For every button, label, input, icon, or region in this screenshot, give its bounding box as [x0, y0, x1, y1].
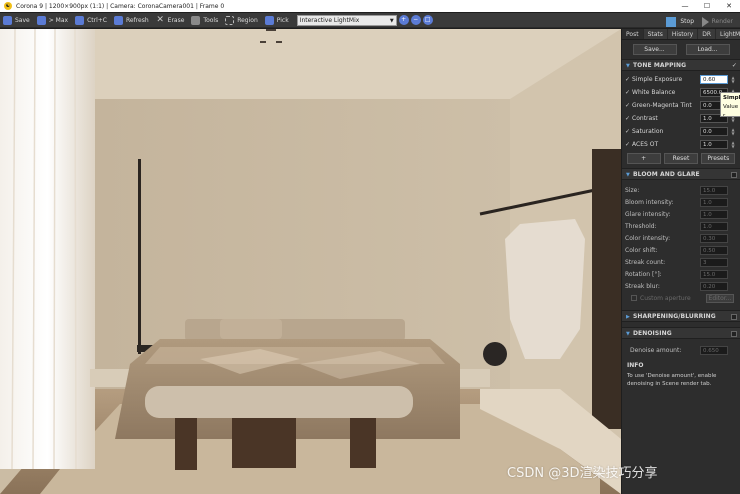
- pick-icon: [264, 15, 274, 25]
- bloom-row: Size: 15.0: [622, 184, 740, 196]
- tab-post[interactable]: Post: [622, 29, 644, 39]
- save-button[interactable]: Save: [0, 14, 33, 27]
- info-header: INFO: [627, 362, 644, 369]
- corona-logo-icon: ☯: [4, 2, 12, 10]
- tone-row-exposure: ✓ Simple Exposure 0.60 ▲ ▼: [625, 74, 736, 84]
- checkbox-checked[interactable]: ✓: [625, 89, 630, 96]
- custom-aperture-row: Custom aperture Editor...: [622, 292, 740, 304]
- checkbox-unchecked[interactable]: [731, 331, 737, 337]
- close-icon[interactable]: ✕: [718, 0, 740, 12]
- region-button[interactable]: Region: [222, 14, 261, 27]
- tools-button[interactable]: Tools: [188, 14, 221, 27]
- tone-mapping-header[interactable]: ▼ TONE MAPPING ✓: [622, 59, 740, 71]
- render-viewport[interactable]: [0, 29, 621, 494]
- checkbox-unchecked[interactable]: [731, 314, 737, 320]
- checkbox-unchecked[interactable]: [731, 172, 737, 178]
- lightmix-select[interactable]: Interactive LightMix ▼: [296, 14, 397, 26]
- triangle-down-icon: ▼: [626, 172, 630, 178]
- stop-button[interactable]: Stop: [663, 15, 697, 28]
- minimize-icon[interactable]: —: [674, 0, 696, 12]
- tooltip: Simple Value r: [720, 92, 740, 117]
- denoise-amount-row: Denoise amount: 0.650: [622, 344, 740, 357]
- zoom-in-icon[interactable]: +: [398, 15, 409, 25]
- checkbox-checked[interactable]: ✓: [625, 141, 630, 148]
- tone-row-saturation: ✓ Saturation 0.0 ▲ ▼: [625, 126, 736, 136]
- add-operator-button[interactable]: +: [626, 153, 661, 164]
- save-icon: [3, 15, 12, 25]
- checkmark-icon[interactable]: ✓: [732, 60, 737, 72]
- denoise-amount-input[interactable]: 0.650: [700, 346, 728, 355]
- editor-button[interactable]: Editor...: [706, 293, 734, 303]
- exposure-input[interactable]: 0.60: [700, 75, 728, 84]
- vfb-toolbar: Save > Max Ctrl+C Refresh ✕ Erase Tools R…: [0, 13, 740, 28]
- zoom-fit-icon[interactable]: □: [422, 15, 433, 25]
- checkbox-checked[interactable]: ✓: [625, 115, 630, 122]
- bloom-row: Rotation [°]: 15.0: [622, 268, 740, 280]
- save-settings-button[interactable]: Save...: [632, 44, 677, 55]
- bloom-row: Streak count: 3: [622, 256, 740, 268]
- checkbox-checked[interactable]: ✓: [625, 76, 630, 83]
- region-icon: [225, 15, 235, 25]
- window-title: Corona 9 | 1200×900px (1:1) | Camera: Co…: [16, 2, 225, 10]
- tab-dr[interactable]: DR: [698, 29, 717, 39]
- bloom-row: Glare intensity: 1.0: [622, 208, 740, 220]
- copy-icon: [75, 15, 85, 25]
- max-button[interactable]: > Max: [34, 14, 71, 27]
- tab-history[interactable]: History: [668, 29, 699, 39]
- watermark: CSDN @3D渲染技巧分享: [507, 466, 658, 481]
- pick-button[interactable]: Pick: [262, 14, 292, 27]
- sharpening-header[interactable]: ▶ SHARPENING/BLURRING: [622, 310, 740, 322]
- aces-input[interactable]: 1.0: [700, 140, 728, 149]
- tab-lightmix[interactable]: LightMix: [716, 29, 740, 39]
- refresh-icon: [113, 15, 123, 25]
- tone-row-aces: ✓ ACES OT 1.0 ▲ ▼: [625, 139, 736, 149]
- bloom-row: Color intensity: 0.30: [622, 232, 740, 244]
- max-icon: [36, 15, 46, 25]
- checkbox-checked[interactable]: ✓: [625, 102, 630, 109]
- title-bar: ☯ Corona 9 | 1200×900px (1:1) | Camera: …: [0, 0, 740, 12]
- panel-tabs: Post Stats History DR LightMix: [622, 29, 740, 40]
- bloom-row: Color shift: 0.50: [622, 244, 740, 256]
- gear-icon: [191, 15, 201, 25]
- erase-button[interactable]: ✕ Erase: [153, 14, 188, 27]
- zoom-out-icon[interactable]: −: [410, 15, 421, 25]
- info-text: To use 'Denoise amount', enable denoisin…: [627, 373, 717, 387]
- load-settings-button[interactable]: Load...: [685, 44, 730, 55]
- ctrl-c-button[interactable]: Ctrl+C: [72, 14, 110, 27]
- spinner-icon[interactable]: ▲▼: [730, 127, 736, 136]
- reset-button[interactable]: Reset: [663, 153, 698, 164]
- stop-icon: [666, 16, 677, 27]
- presets-button[interactable]: Presets: [701, 153, 736, 164]
- play-icon: [701, 16, 709, 27]
- spinner-icon[interactable]: ▲▼: [730, 75, 736, 84]
- bloom-row: Bloom intensity: 1.0: [622, 196, 740, 208]
- triangle-down-icon: ▼: [626, 63, 630, 69]
- saturation-input[interactable]: 0.0: [700, 127, 728, 136]
- checkbox-checked[interactable]: ✓: [625, 128, 630, 135]
- refresh-button[interactable]: Refresh: [111, 14, 152, 27]
- bloom-row: Streak blur: 0.20: [622, 280, 740, 292]
- triangle-right-icon: ▶: [626, 314, 630, 320]
- erase-icon: ✕: [156, 14, 164, 25]
- chevron-down-icon: ▼: [389, 17, 394, 24]
- bloom-glare-header[interactable]: ▼ BLOOM AND GLARE: [622, 168, 740, 180]
- maximize-icon[interactable]: ☐: [696, 0, 718, 12]
- render-button[interactable]: Render: [699, 15, 736, 28]
- tab-stats[interactable]: Stats: [644, 29, 668, 39]
- triangle-down-icon: ▼: [626, 331, 630, 337]
- denoising-header[interactable]: ▼ DENOISING: [622, 327, 740, 339]
- checkbox-unchecked[interactable]: [631, 295, 637, 301]
- bloom-row: Threshold: 1.0: [622, 220, 740, 232]
- rendered-bedroom-image: [0, 29, 621, 494]
- spinner-icon[interactable]: ▲▼: [730, 140, 736, 149]
